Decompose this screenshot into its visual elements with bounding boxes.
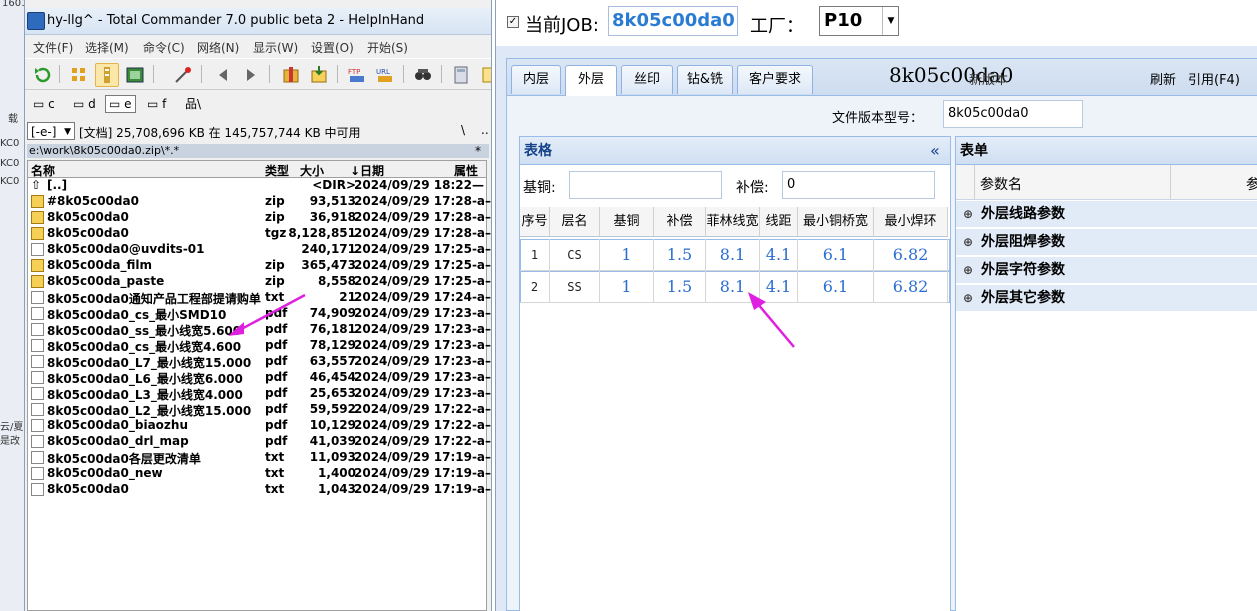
annotation-arrow-left — [228, 292, 795, 348]
